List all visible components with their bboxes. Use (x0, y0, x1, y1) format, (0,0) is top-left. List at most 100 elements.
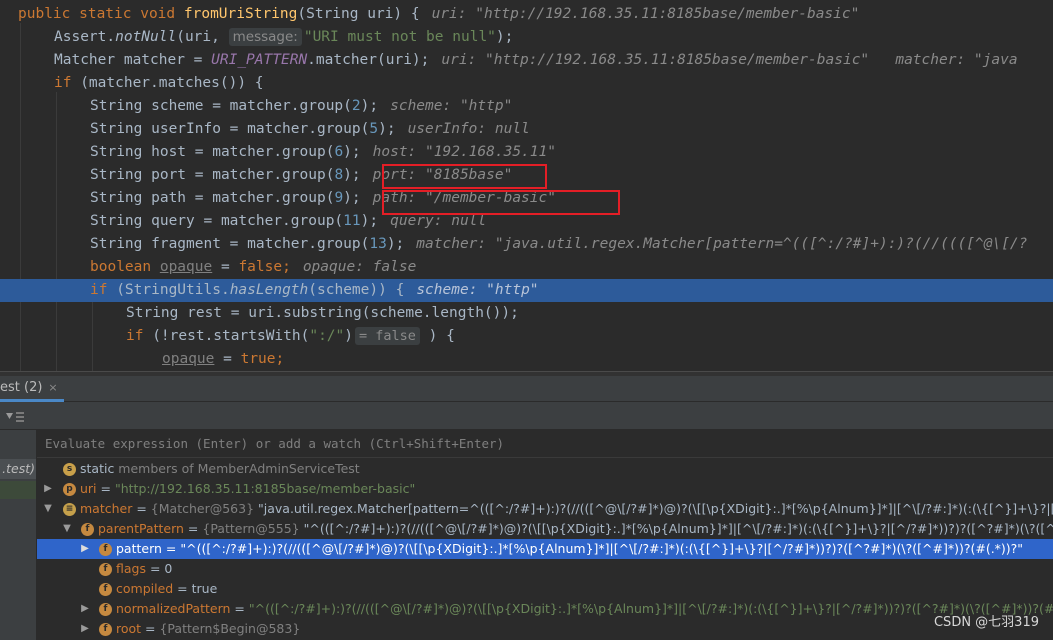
current-execution-line[interactable]: if (StringUtils.hasLength(scheme)) {sche… (0, 279, 1053, 302)
code-line[interactable]: String scheme = matcher.group(2); scheme:… (0, 95, 1053, 118)
code-text: (StringUtils. (116, 282, 230, 298)
variable-value: "^(([^:/?#]+):)?(//(([^@\[/?#]*)@)?(\[[\… (180, 541, 1024, 556)
code-text: ); (386, 236, 405, 252)
chevron-right-icon[interactable]: ▶ (79, 599, 91, 619)
variable-description: members of MemberAdminServiceTest (114, 461, 360, 476)
frame-item[interactable]: .test) (0, 459, 36, 479)
variable-row[interactable]: f compiled = true (37, 579, 1053, 599)
variable-type: {Pattern@555} (202, 521, 300, 536)
code-text: String port = matcher.group( (90, 167, 335, 183)
code-line[interactable]: String host = matcher.group(6); host: "19… (0, 141, 1053, 164)
frame-label: .test) (2, 461, 35, 476)
chevron-down-icon[interactable]: ▼ (42, 499, 54, 519)
variable-separator: = (96, 481, 115, 496)
code-keyword: public static void (18, 6, 184, 22)
number-literal: 11 (343, 213, 361, 229)
field-icon: f (99, 583, 112, 596)
code-keyword: if (126, 328, 153, 344)
code-text: (!rest.startsWith( (152, 328, 310, 344)
variable-value: "^(([^:/?#]+):)?(//(([^@\[/?#]*)@)?(\[[\… (303, 521, 1053, 536)
code-line[interactable]: if (matcher.matches()) { (0, 72, 1053, 95)
variable-row[interactable]: ▼ f parentPattern = {Pattern@555} "^(([^… (37, 519, 1053, 539)
frame-item[interactable] (0, 481, 36, 499)
code-text: String query = matcher.group( (90, 213, 344, 229)
variable-name: matcher (80, 501, 133, 516)
inline-value-hint: = false (355, 327, 420, 345)
code-line[interactable]: if (!rest.startsWith(":/") = false ) { (0, 325, 1053, 348)
code-text: String rest = uri.substring(scheme.lengt… (126, 305, 519, 321)
variable-value: "java.util.regex.Matcher[pattern=^(([^:/… (258, 501, 1053, 516)
frames-panel[interactable]: .test) (0, 430, 37, 640)
field-icon: f (99, 563, 112, 576)
number-literal: 2 (351, 98, 361, 114)
code-text: String path = matcher.group( (90, 190, 335, 206)
variables-panel[interactable]: Evaluate expression (Enter) or add a wat… (37, 430, 1053, 640)
inline-debug-hint: scheme: "http" (416, 282, 539, 298)
number-literal: 13 (369, 236, 387, 252)
number-literal: 6 (334, 144, 344, 160)
string-literal: ":/" (309, 328, 345, 344)
code-keyword: true (240, 351, 276, 367)
code-line[interactable]: String rest = uri.substring(scheme.lengt… (0, 302, 1053, 325)
code-text: ) (344, 328, 353, 344)
code-line[interactable]: public static void fromUriString(String … (0, 3, 1053, 26)
chevron-right-icon[interactable]: ▶ (79, 539, 91, 559)
inline-debug-hint: matcher: "java.util.regex.Matcher[patter… (416, 236, 1028, 252)
variable-row[interactable]: ▶ f root = {Pattern$Begin@583} (37, 619, 1053, 639)
code-keyword: if (54, 75, 81, 91)
code-text: ; (282, 259, 291, 275)
inline-debug-hint: opaque: false (302, 259, 417, 275)
chevron-right-icon[interactable]: ▶ (42, 479, 54, 499)
code-keyword: false (238, 259, 283, 275)
variable-name: opaque (162, 351, 215, 367)
number-literal: 9 (334, 190, 344, 206)
frames-toolbar-icon[interactable] (4, 410, 26, 424)
method-call: hasLength (229, 282, 309, 298)
close-icon[interactable]: × (48, 381, 57, 394)
variable-separator: = (132, 501, 151, 516)
watch-expression-input[interactable]: Evaluate expression (Enter) or add a wat… (37, 430, 1053, 458)
variable-name: opaque (159, 259, 213, 275)
inline-debug-hint: uri: "http://192.168.35.11:8185base/memb… (441, 52, 1018, 68)
code-line[interactable]: String userInfo = matcher.group(5); userI… (0, 118, 1053, 141)
code-line[interactable]: String fragment = matcher.group(13); matc… (0, 233, 1053, 256)
variable-value: "http://192.168.35.11:8185base/member-ba… (114, 481, 416, 496)
code-text: (matcher.matches()) { (80, 75, 264, 91)
field-icon: ≡ (63, 503, 76, 516)
code-text: String fragment = matcher.group( (90, 236, 370, 252)
code-text: = (212, 259, 239, 275)
variable-value: true (191, 581, 218, 596)
code-text: ); (495, 29, 514, 45)
code-text: ); (360, 213, 379, 229)
field-icon: f (99, 623, 112, 636)
code-line[interactable]: Assert.notNull(uri, message: "URI must no… (0, 26, 1053, 49)
field-icon: f (81, 523, 94, 536)
variable-row[interactable]: ▶ f normalizedPattern = "^(([^:/?#]+):)?… (37, 599, 1053, 619)
code-line[interactable]: Matcher matcher = URI_PATTERN.matcher(ur… (0, 49, 1053, 72)
code-editor[interactable]: public static void fromUriString(String … (0, 0, 1053, 371)
parameter-icon: p (63, 483, 76, 496)
variable-name: uri (80, 481, 97, 496)
variable-row-selected[interactable]: ▶ f pattern = "^(([^:/?#]+):)?(//(([^@\[… (37, 539, 1053, 559)
code-text: String host = matcher.group( (90, 144, 335, 160)
code-line[interactable]: boolean opaque = false; opaque: false (0, 256, 1053, 279)
inline-debug-hint: query: null (390, 213, 487, 229)
variable-row[interactable]: ▶ p uri = "http://192.168.35.11:8185base… (37, 479, 1053, 499)
variable-name: pattern (116, 541, 162, 556)
variable-name: static (80, 461, 115, 476)
debug-session-tab[interactable]: est (2) × (0, 376, 64, 402)
parameter-name-hint: message: (228, 28, 302, 46)
code-line[interactable]: opaque = true; (0, 348, 1053, 371)
chevron-right-icon[interactable]: ▶ (79, 619, 91, 639)
code-text: = (214, 351, 241, 367)
code-text: (String uri) { (297, 6, 420, 22)
chevron-down-icon[interactable]: ▼ (61, 519, 73, 539)
variable-row[interactable]: f flags = 0 (37, 559, 1053, 579)
variable-row[interactable]: ▼ ≡ matcher = {Matcher@563} "java.util.r… (37, 499, 1053, 519)
variable-row[interactable]: s static members of MemberAdminServiceTe… (37, 459, 1053, 479)
variable-separator: = (230, 601, 249, 616)
code-text: ; (275, 351, 285, 367)
inline-debug-hint: scheme: "http" (390, 98, 513, 114)
code-text: String userInfo = matcher.group( (90, 121, 370, 137)
debug-tab-bar: est (2) × (0, 376, 1053, 402)
